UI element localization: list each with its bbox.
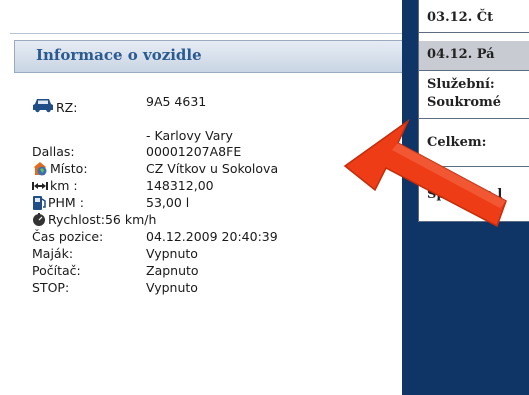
panel-header: Informace o vozidle [14,40,402,73]
rz-value: 9A5 4631 [146,94,207,109]
cas-label: Čas pozice: [32,229,104,244]
rz-label: RZ: [56,100,78,115]
misto-value: CZ Vítkov u Sokolova [146,161,279,176]
dallas-value: 00001207A8FE [146,144,242,159]
panel-title: Informace o vozidle [36,46,202,64]
dallas-label: Dallas: [32,144,75,159]
majak-label: Maják: [32,246,74,261]
table-row[interactable]: Celkem: [419,119,529,167]
rychlost-label: Rychlost: [48,212,105,227]
location-icon [34,162,47,176]
pocitac-label: Počítač: [32,263,81,278]
panel-divider [10,33,402,34]
rz-region: - Karlovy Vary [146,128,233,143]
car-icon [33,99,53,113]
km-label: km : [50,178,78,193]
table-row[interactable]: Spotřeba l [419,167,529,222]
distance-icon [32,182,48,190]
majak-value: Vypnuto [146,246,198,261]
stop-label: STOP: [32,280,70,295]
stop-value: Vypnuto [146,280,198,295]
pocitac-value: Zapnuto [146,263,199,278]
phm-value: 53,00 l [146,195,190,210]
phm-label: PHM : [48,195,84,210]
speed-icon [33,213,45,226]
misto-label: Místo: [50,161,88,176]
cas-value: 04.12.2009 20:40:39 [146,229,278,244]
fuel-pump-icon [33,196,46,210]
rychlost-value: 56 km/h [104,212,157,227]
km-value: 148312,00 [146,178,214,193]
summary-table: 03.12. Čt 04.12. Pá Služební: Soukromé C… [418,0,529,222]
table-row[interactable]: Služební: Soukromé [419,71,529,119]
table-row[interactable]: 03.12. Čt [419,0,529,33]
table-row[interactable]: 04.12. Pá [419,41,529,71]
